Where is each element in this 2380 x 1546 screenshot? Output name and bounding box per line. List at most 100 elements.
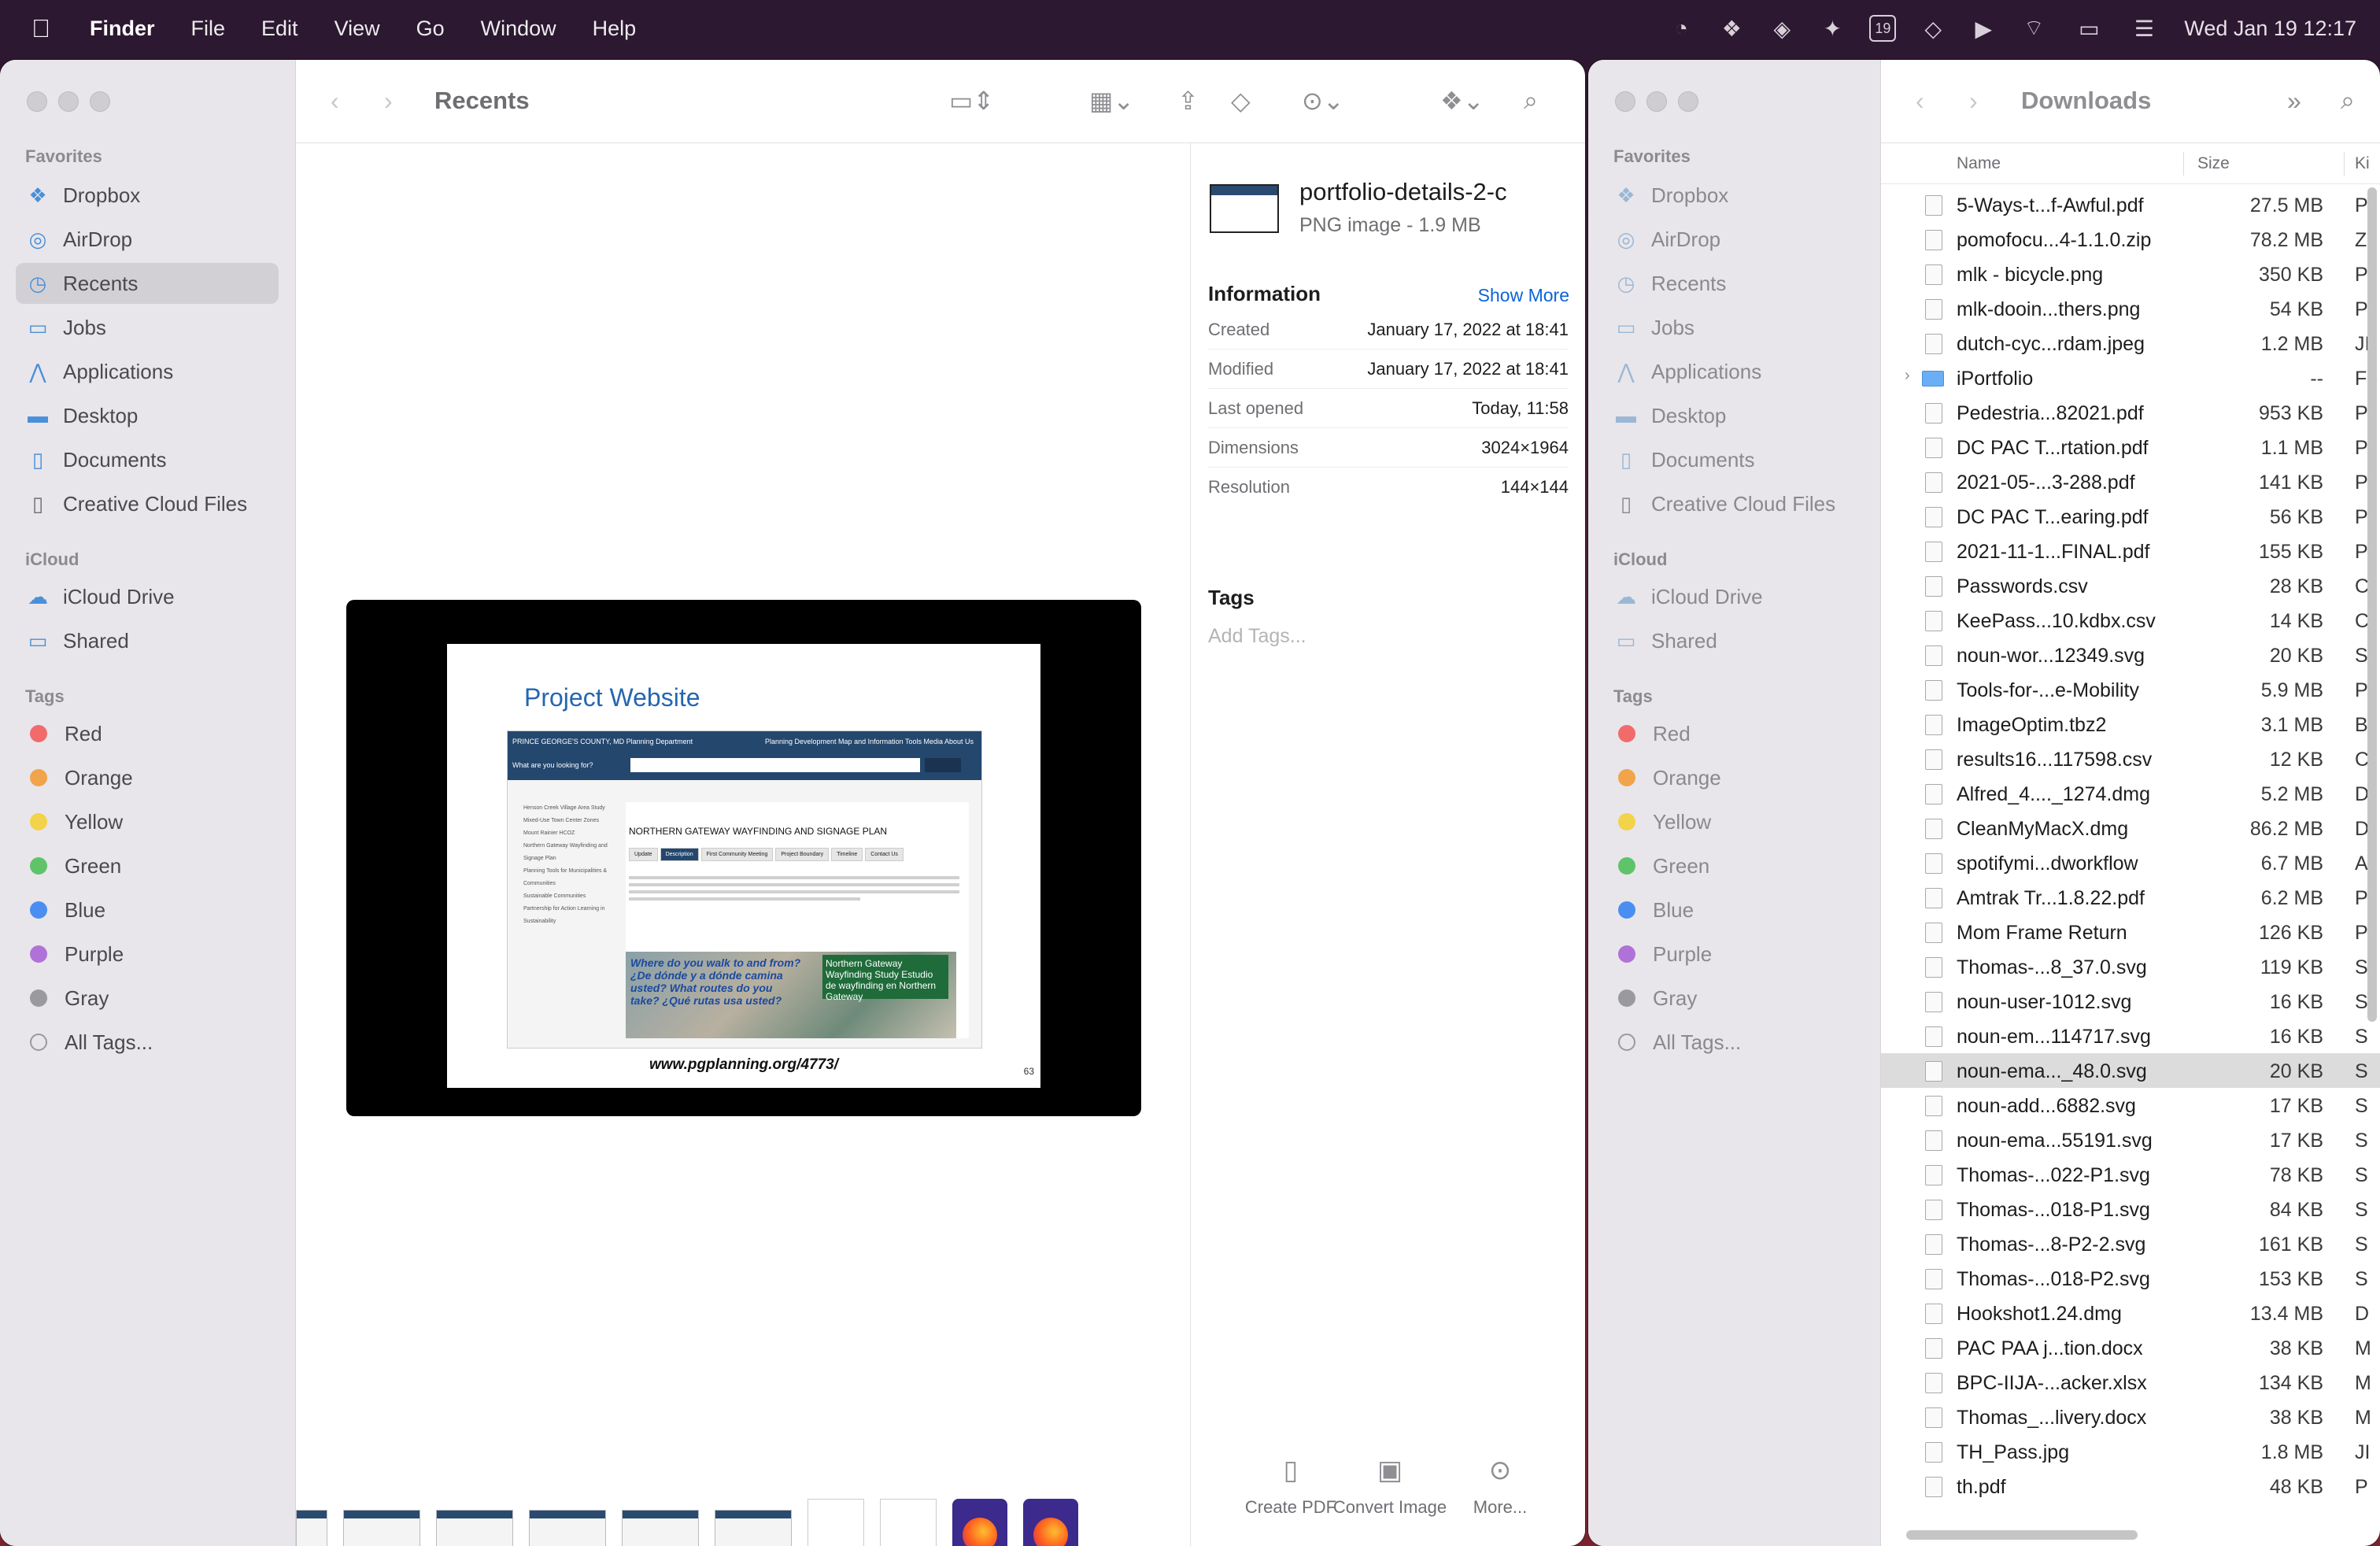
dropbox-status-icon[interactable]: ❖ <box>1718 15 1745 42</box>
file-row[interactable]: Passwords.csv 28 KB C <box>1881 568 2380 603</box>
minimize-button[interactable] <box>1646 91 1667 112</box>
file-row[interactable]: Hookshot1.24.dmg 13.4 MB D <box>1881 1296 2380 1330</box>
sidebar-tag-yellow[interactable]: Yellow <box>1604 801 1864 842</box>
forward-button[interactable]: › <box>384 83 393 118</box>
sidebar-item-documents[interactable]: ▯ Documents <box>1604 439 1864 480</box>
file-row[interactable]: DC PAC T...rtation.pdf 1.1 MB P <box>1881 430 2380 464</box>
column-kind[interactable]: Ki <box>2355 154 2370 173</box>
column-name[interactable]: Name <box>1957 154 2001 173</box>
sidebar-item-dropbox[interactable]: ❖ Dropbox <box>1604 175 1864 216</box>
more-actions-button[interactable]: ⊙ More... <box>1441 1455 1559 1518</box>
file-row[interactable]: th.pdf 48 KB P <box>1881 1469 2380 1503</box>
file-row[interactable]: noun-add...6882.svg 17 KB S <box>1881 1088 2380 1123</box>
thumbnail[interactable] <box>529 1510 606 1546</box>
tag-icon[interactable]: ◇ <box>1231 83 1251 118</box>
file-row[interactable]: 5-Ways-t...f-Awful.pdf 27.5 MB P <box>1881 187 2380 222</box>
sidebar-all-tags[interactable]: All Tags... <box>1604 1022 1864 1063</box>
file-row[interactable]: Mom Frame Return 126 KB P <box>1881 915 2380 949</box>
sidebar-tag-orange[interactable]: Orange <box>16 757 279 798</box>
file-row[interactable]: Alfred_4...._1274.dmg 5.2 MB D <box>1881 776 2380 811</box>
sidebar-tag-purple[interactable]: Purple <box>16 934 279 975</box>
sidebar-item-desktop[interactable]: ▬ Desktop <box>1604 395 1864 436</box>
menu-edit[interactable]: Edit <box>261 17 298 41</box>
sidebar-item-recents[interactable]: ◷ Recents <box>1604 263 1864 304</box>
file-row[interactable]: Thomas-...018-P1.svg 84 KB S <box>1881 1192 2380 1226</box>
minimize-button[interactable] <box>58 91 79 112</box>
action-menu-icon[interactable]: ⊙⌄ <box>1302 83 1344 118</box>
sidebar-item-shared[interactable]: ▭ Shared <box>16 620 279 661</box>
close-button[interactable] <box>27 91 47 112</box>
wifi-icon[interactable]: ⌔ <box>2020 15 2047 42</box>
share-icon[interactable]: ⇪ <box>1177 83 1199 118</box>
sidebar-item-shared[interactable]: ▭ Shared <box>1604 620 1864 661</box>
thumbnail[interactable] <box>296 1510 327 1546</box>
sidebar-tag-blue[interactable]: Blue <box>1604 890 1864 930</box>
sidebar-item-creative-cloud-files[interactable]: ▯ Creative Cloud Files <box>16 483 279 524</box>
file-row[interactable]: noun-wor...12349.svg 20 KB S <box>1881 638 2380 672</box>
battery-icon[interactable]: ▭ <box>2071 15 2107 42</box>
thumbnail[interactable] <box>436 1510 513 1546</box>
thumbnail[interactable] <box>622 1510 699 1546</box>
layers-icon[interactable]: ◇ <box>1920 15 1946 42</box>
image-preview[interactable]: Project Website PRINCE GEORGE'S COUNTY, … <box>346 600 1141 1116</box>
convert-image-button[interactable]: ▣ Convert Image <box>1331 1455 1449 1518</box>
file-row[interactable]: ImageOptim.tbz2 3.1 MB B <box>1881 707 2380 742</box>
file-row[interactable]: Amtrak Tr...1.8.22.pdf 6.2 MB P <box>1881 880 2380 915</box>
file-row[interactable]: Thomas-...018-P2.svg 153 KB S <box>1881 1261 2380 1296</box>
back-button[interactable]: ‹ <box>331 83 339 118</box>
file-row[interactable]: TH_Pass.jpg 1.8 MB JI <box>1881 1434 2380 1469</box>
sidebar-tag-blue[interactable]: Blue <box>16 890 279 930</box>
sidebar-item-documents[interactable]: ▯ Documents <box>16 439 279 480</box>
sidebar-tag-red[interactable]: Red <box>16 713 279 754</box>
column-separator[interactable] <box>2183 152 2184 176</box>
file-row[interactable]: Thomas-...8_37.0.svg 119 KB S <box>1881 949 2380 984</box>
sidebar-tag-yellow[interactable]: Yellow <box>16 801 279 842</box>
zoom-button[interactable] <box>1678 91 1698 112</box>
sidebar-tag-gray[interactable]: Gray <box>16 978 279 1019</box>
file-row[interactable]: results16...117598.csv 12 KB C <box>1881 742 2380 776</box>
file-row[interactable]: noun-ema...55191.svg 17 KB S <box>1881 1123 2380 1157</box>
pin-icon[interactable]: ✦ <box>1819 15 1846 42</box>
apple-menu-icon[interactable]:  <box>31 14 63 43</box>
sidebar-item-airdrop[interactable]: ◎ AirDrop <box>16 219 279 260</box>
file-row[interactable]: pomofocu...4-1.1.0.zip 78.2 MB Z <box>1881 222 2380 257</box>
menu-app-name[interactable]: Finder <box>90 17 155 41</box>
file-row[interactable]: CleanMyMacX.dmg 86.2 MB D <box>1881 811 2380 845</box>
more-toolbar-icon[interactable]: » <box>2287 83 2301 118</box>
calendar-icon[interactable]: 19 <box>1869 15 1897 42</box>
firefox-thumbnail[interactable] <box>1023 1499 1078 1546</box>
show-more-link[interactable]: Show More <box>1478 285 1569 306</box>
zoom-button[interactable] <box>90 91 110 112</box>
sidebar-tag-purple[interactable]: Purple <box>1604 934 1864 975</box>
view-mode-icon[interactable]: ▭⇕ <box>949 83 994 118</box>
focus-timer-icon[interactable]: ◔ <box>1668 15 1694 42</box>
file-row[interactable]: noun-ema..._48.0.svg 20 KB S <box>1881 1053 2380 1088</box>
file-row[interactable]: spotifymi...dworkflow 6.7 MB A <box>1881 845 2380 880</box>
sidebar-all-tags[interactable]: All Tags... <box>16 1022 279 1063</box>
file-row[interactable]: Tools-for-...e-Mobility 5.9 MB P <box>1881 672 2380 707</box>
file-row[interactable]: noun-em...114717.svg 16 KB S <box>1881 1019 2380 1053</box>
file-row[interactable]: Thomas-...8-P2-2.svg 161 KB S <box>1881 1226 2380 1261</box>
menu-file[interactable]: File <box>191 17 226 41</box>
search-icon[interactable]: ⌕ <box>1524 83 1538 118</box>
file-row[interactable]: mlk-dooin...thers.png 54 KB P <box>1881 291 2380 326</box>
thumbnail[interactable] <box>808 1499 864 1546</box>
dropbox-menu-icon[interactable]: ❖⌄ <box>1440 83 1484 118</box>
sidebar-tag-green[interactable]: Green <box>1604 845 1864 886</box>
sidebar-item-creative-cloud-files[interactable]: ▯ Creative Cloud Files <box>1604 483 1864 524</box>
sidebar-tag-gray[interactable]: Gray <box>1604 978 1864 1019</box>
file-row[interactable]: Pedestria...82021.pdf 953 KB P <box>1881 395 2380 430</box>
close-button[interactable] <box>1615 91 1635 112</box>
horizontal-scrollbar[interactable] <box>1906 1530 2138 1540</box>
sidebar-item-dropbox[interactable]: ❖ Dropbox <box>16 175 279 216</box>
menu-clock[interactable]: Wed Jan 19 12:17 <box>2184 17 2356 41</box>
sidebar-item-jobs[interactable]: ▭ Jobs <box>16 307 279 348</box>
search-icon[interactable]: ⌕ <box>2341 83 2355 118</box>
firefox-thumbnail[interactable] <box>952 1499 1007 1546</box>
sidebar-item-icloud-drive[interactable]: ☁ iCloud Drive <box>1604 576 1864 617</box>
menu-go[interactable]: Go <box>416 17 445 41</box>
disclosure-chevron-icon[interactable]: › <box>1905 367 1910 385</box>
file-row[interactable]: mlk - bicycle.png 350 KB P <box>1881 257 2380 291</box>
sidebar-item-jobs[interactable]: ▭ Jobs <box>1604 307 1864 348</box>
file-row[interactable]: 2021-11-1...FINAL.pdf 155 KB P <box>1881 534 2380 568</box>
